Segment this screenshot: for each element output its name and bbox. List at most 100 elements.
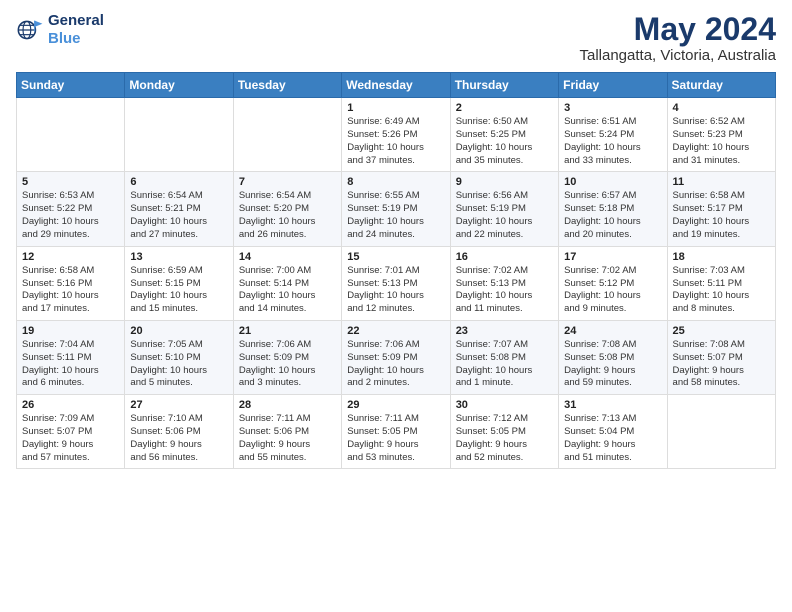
calendar-cell: 7 Sunrise: 6:54 AM Sunset: 5:20 PM Daylig… bbox=[233, 172, 341, 246]
day-info: Sunrise: 6:53 AM Sunset: 5:22 PM Dayligh… bbox=[22, 190, 119, 241]
calendar-cell: 27 Sunrise: 7:10 AM Sunset: 5:06 PM Dayli… bbox=[125, 395, 233, 469]
day-info: Sunrise: 7:06 AM Sunset: 5:09 PM Dayligh… bbox=[347, 339, 444, 390]
calendar-cell: 17Sunrise: 7:02 AM Sunset: 5:12 PM Dayli… bbox=[559, 246, 667, 320]
day-of-week-header: Saturday bbox=[667, 73, 775, 98]
day-info: Sunrise: 7:04 AM Sunset: 5:11 PM Dayligh… bbox=[22, 339, 119, 390]
day-info: Sunrise: 6:54 AM Sunset: 5:20 PM Dayligh… bbox=[239, 190, 336, 241]
header: General Blue May 2024 Tallangatta, Victo… bbox=[16, 12, 776, 64]
calendar-cell: 4 Sunrise: 6:52 AM Sunset: 5:23 PM Daylig… bbox=[667, 98, 775, 172]
day-of-week-header: Thursday bbox=[450, 73, 558, 98]
day-info: Sunrise: 6:51 AM Sunset: 5:24 PM Dayligh… bbox=[564, 116, 661, 167]
logo-general: General bbox=[48, 12, 104, 30]
calendar-cell: 20Sunrise: 7:05 AM Sunset: 5:10 PM Dayli… bbox=[125, 320, 233, 394]
day-of-week-header: Friday bbox=[559, 73, 667, 98]
calendar-week-row: 26 Sunrise: 7:09 AM Sunset: 5:07 PM Dayli… bbox=[17, 395, 776, 469]
calendar-cell: 3 Sunrise: 6:51 AM Sunset: 5:24 PM Daylig… bbox=[559, 98, 667, 172]
day-number: 25 bbox=[673, 325, 770, 337]
calendar-cell: 10 Sunrise: 6:57 AM Sunset: 5:18 PM Dayli… bbox=[559, 172, 667, 246]
calendar-cell: 22 Sunrise: 7:06 AM Sunset: 5:09 PM Dayli… bbox=[342, 320, 450, 394]
day-info: Sunrise: 7:08 AM Sunset: 5:07 PM Dayligh… bbox=[673, 339, 770, 390]
day-info: Sunrise: 7:00 AM Sunset: 5:14 PM Dayligh… bbox=[239, 265, 336, 316]
day-info: Sunrise: 6:57 AM Sunset: 5:18 PM Dayligh… bbox=[564, 190, 661, 241]
day-info: Sunrise: 6:56 AM Sunset: 5:19 PM Dayligh… bbox=[456, 190, 553, 241]
day-number: 29 bbox=[347, 399, 444, 411]
calendar-cell: 9Sunrise: 6:56 AM Sunset: 5:19 PM Daylig… bbox=[450, 172, 558, 246]
day-info: Sunrise: 7:09 AM Sunset: 5:07 PM Dayligh… bbox=[22, 413, 119, 464]
day-number: 24 bbox=[564, 325, 661, 337]
logo-blue: Blue bbox=[48, 30, 104, 48]
day-info: Sunrise: 6:59 AM Sunset: 5:15 PM Dayligh… bbox=[130, 265, 227, 316]
calendar-cell: 31Sunrise: 7:13 AM Sunset: 5:04 PM Dayli… bbox=[559, 395, 667, 469]
day-number: 28 bbox=[239, 399, 336, 411]
day-number: 4 bbox=[673, 102, 770, 114]
calendar-header: SundayMondayTuesdayWednesdayThursdayFrid… bbox=[17, 73, 776, 98]
calendar-cell: 25 Sunrise: 7:08 AM Sunset: 5:07 PM Dayli… bbox=[667, 320, 775, 394]
calendar-cell: 30 Sunrise: 7:12 AM Sunset: 5:05 PM Dayli… bbox=[450, 395, 558, 469]
day-of-week-header: Tuesday bbox=[233, 73, 341, 98]
day-info: Sunrise: 7:02 AM Sunset: 5:13 PM Dayligh… bbox=[456, 265, 553, 316]
day-number: 8 bbox=[347, 176, 444, 188]
day-number: 12 bbox=[22, 251, 119, 263]
day-info: Sunrise: 6:58 AM Sunset: 5:16 PM Dayligh… bbox=[22, 265, 119, 316]
day-info: Sunrise: 7:02 AM Sunset: 5:12 PM Dayligh… bbox=[564, 265, 661, 316]
logo-text: General Blue bbox=[48, 12, 104, 48]
day-number: 19 bbox=[22, 325, 119, 337]
day-number: 1 bbox=[347, 102, 444, 114]
day-number: 11 bbox=[673, 176, 770, 188]
calendar-cell: 16 Sunrise: 7:02 AM Sunset: 5:13 PM Dayli… bbox=[450, 246, 558, 320]
calendar-week-row: 1Sunrise: 6:49 AM Sunset: 5:26 PM Daylig… bbox=[17, 98, 776, 172]
calendar-cell: 23Sunrise: 7:07 AM Sunset: 5:08 PM Dayli… bbox=[450, 320, 558, 394]
day-number: 26 bbox=[22, 399, 119, 411]
day-number: 3 bbox=[564, 102, 661, 114]
day-number: 10 bbox=[564, 176, 661, 188]
day-number: 2 bbox=[456, 102, 553, 114]
calendar-body: 1Sunrise: 6:49 AM Sunset: 5:26 PM Daylig… bbox=[17, 98, 776, 469]
day-info: Sunrise: 7:01 AM Sunset: 5:13 PM Dayligh… bbox=[347, 265, 444, 316]
day-of-week-header: Monday bbox=[125, 73, 233, 98]
day-of-week-header: Wednesday bbox=[342, 73, 450, 98]
calendar-cell: 28 Sunrise: 7:11 AM Sunset: 5:06 PM Dayli… bbox=[233, 395, 341, 469]
calendar-cell: 8 Sunrise: 6:55 AM Sunset: 5:19 PM Daylig… bbox=[342, 172, 450, 246]
day-info: Sunrise: 7:11 AM Sunset: 5:06 PM Dayligh… bbox=[239, 413, 336, 464]
calendar-cell: 1Sunrise: 6:49 AM Sunset: 5:26 PM Daylig… bbox=[342, 98, 450, 172]
calendar-cell: 13Sunrise: 6:59 AM Sunset: 5:15 PM Dayli… bbox=[125, 246, 233, 320]
main-title: May 2024 bbox=[579, 12, 776, 47]
logo: General Blue bbox=[16, 12, 104, 48]
day-number: 30 bbox=[456, 399, 553, 411]
day-number: 6 bbox=[130, 176, 227, 188]
day-number: 16 bbox=[456, 251, 553, 263]
calendar-cell: 19 Sunrise: 7:04 AM Sunset: 5:11 PM Dayli… bbox=[17, 320, 125, 394]
day-info: Sunrise: 7:12 AM Sunset: 5:05 PM Dayligh… bbox=[456, 413, 553, 464]
day-info: Sunrise: 7:06 AM Sunset: 5:09 PM Dayligh… bbox=[239, 339, 336, 390]
calendar-cell: 2 Sunrise: 6:50 AM Sunset: 5:25 PM Daylig… bbox=[450, 98, 558, 172]
day-info: Sunrise: 6:50 AM Sunset: 5:25 PM Dayligh… bbox=[456, 116, 553, 167]
calendar-cell: 15Sunrise: 7:01 AM Sunset: 5:13 PM Dayli… bbox=[342, 246, 450, 320]
day-number: 22 bbox=[347, 325, 444, 337]
day-of-week-header: Sunday bbox=[17, 73, 125, 98]
calendar-cell: 29 Sunrise: 7:11 AM Sunset: 5:05 PM Dayli… bbox=[342, 395, 450, 469]
day-info: Sunrise: 7:08 AM Sunset: 5:08 PM Dayligh… bbox=[564, 339, 661, 390]
calendar-cell: 5 Sunrise: 6:53 AM Sunset: 5:22 PM Daylig… bbox=[17, 172, 125, 246]
calendar-cell bbox=[125, 98, 233, 172]
page: General Blue May 2024 Tallangatta, Victo… bbox=[0, 0, 792, 612]
day-number: 27 bbox=[130, 399, 227, 411]
day-info: Sunrise: 7:10 AM Sunset: 5:06 PM Dayligh… bbox=[130, 413, 227, 464]
days-of-week-row: SundayMondayTuesdayWednesdayThursdayFrid… bbox=[17, 73, 776, 98]
title-block: May 2024 Tallangatta, Victoria, Australi… bbox=[579, 12, 776, 64]
calendar-cell bbox=[17, 98, 125, 172]
day-number: 5 bbox=[22, 176, 119, 188]
calendar-cell: 11Sunrise: 6:58 AM Sunset: 5:17 PM Dayli… bbox=[667, 172, 775, 246]
calendar-cell: 12 Sunrise: 6:58 AM Sunset: 5:16 PM Dayli… bbox=[17, 246, 125, 320]
calendar-week-row: 5 Sunrise: 6:53 AM Sunset: 5:22 PM Daylig… bbox=[17, 172, 776, 246]
day-info: Sunrise: 6:52 AM Sunset: 5:23 PM Dayligh… bbox=[673, 116, 770, 167]
day-number: 7 bbox=[239, 176, 336, 188]
day-info: Sunrise: 7:11 AM Sunset: 5:05 PM Dayligh… bbox=[347, 413, 444, 464]
day-number: 23 bbox=[456, 325, 553, 337]
calendar-cell: 14Sunrise: 7:00 AM Sunset: 5:14 PM Dayli… bbox=[233, 246, 341, 320]
calendar-cell: 21Sunrise: 7:06 AM Sunset: 5:09 PM Dayli… bbox=[233, 320, 341, 394]
day-number: 18 bbox=[673, 251, 770, 263]
calendar-cell bbox=[667, 395, 775, 469]
calendar-cell: 26 Sunrise: 7:09 AM Sunset: 5:07 PM Dayli… bbox=[17, 395, 125, 469]
logo-icon bbox=[16, 16, 44, 44]
day-info: Sunrise: 6:55 AM Sunset: 5:19 PM Dayligh… bbox=[347, 190, 444, 241]
